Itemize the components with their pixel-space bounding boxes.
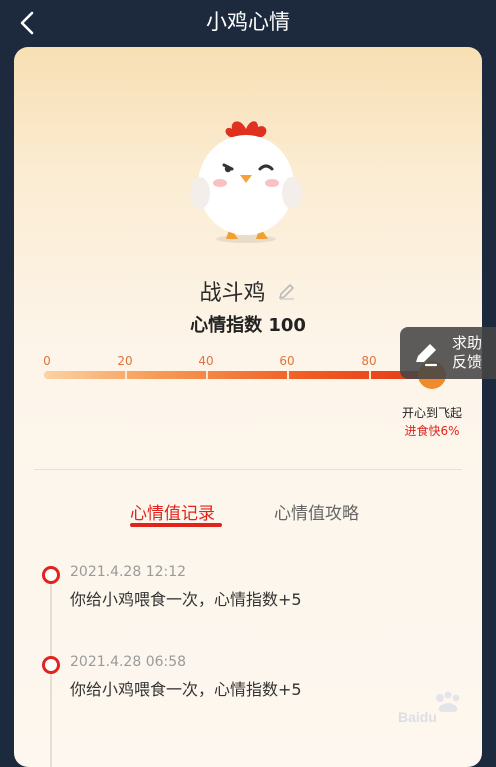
pencil-edit-icon[interactable] <box>277 281 297 301</box>
mood-level-title: 开心到飞起 <box>401 406 462 420</box>
help-label-line2: 反馈 <box>452 353 483 371</box>
help-feedback-label: 求助 反馈 <box>452 334 492 372</box>
record-text: 你给小鸡喂食一次，心情指数+5 <box>70 590 302 609</box>
active-tab-underline <box>130 523 222 527</box>
progress-tick-label: 60 <box>279 354 295 368</box>
progress-tick-label: 20 <box>117 354 133 368</box>
pet-name-row: 战斗鸡 <box>14 275 482 306</box>
help-label-line1: 求助 <box>452 334 483 352</box>
pet-name: 战斗鸡 <box>199 281 266 306</box>
progress-tick-label: 80 <box>361 354 377 368</box>
tab-mood-records[interactable]: 心情值记录 <box>130 499 215 524</box>
baidu-watermark-logo: Baidu <box>398 691 460 725</box>
record-time: 2021.4.28 06:58 <box>70 654 187 670</box>
chicken-mascot-image <box>190 121 302 243</box>
mood-card: 战斗鸡 心情指数 100 0 20 40 60 80 开心到飞起 进食快6% 心… <box>14 47 482 767</box>
timeline-dot <box>42 566 60 584</box>
pencil-feedback-icon <box>416 344 438 367</box>
section-divider <box>34 469 462 470</box>
progress-tick-mark <box>125 371 127 379</box>
record-time: 2021.4.28 12:12 <box>70 564 187 580</box>
tab-mood-guide[interactable]: 心情值攻略 <box>274 499 359 524</box>
mood-level-effect: 进食快6% <box>404 424 460 438</box>
progress-tick-mark <box>369 371 371 379</box>
progress-tick-label: 40 <box>198 354 214 368</box>
watermark-brand: Baidu <box>398 709 437 725</box>
progress-tick-mark <box>287 371 289 379</box>
mood-progress-bar <box>44 371 444 379</box>
page-title: 小鸡心情 <box>206 10 290 34</box>
help-feedback-button[interactable]: 求助 反馈 <box>400 327 496 379</box>
timeline-dot <box>42 656 60 674</box>
progress-tick-label: 0 <box>43 354 51 368</box>
record-text: 你给小鸡喂食一次，心情指数+5 <box>70 680 302 699</box>
top-bar: 小鸡心情 <box>0 0 496 46</box>
progress-tick-mark <box>206 371 208 379</box>
